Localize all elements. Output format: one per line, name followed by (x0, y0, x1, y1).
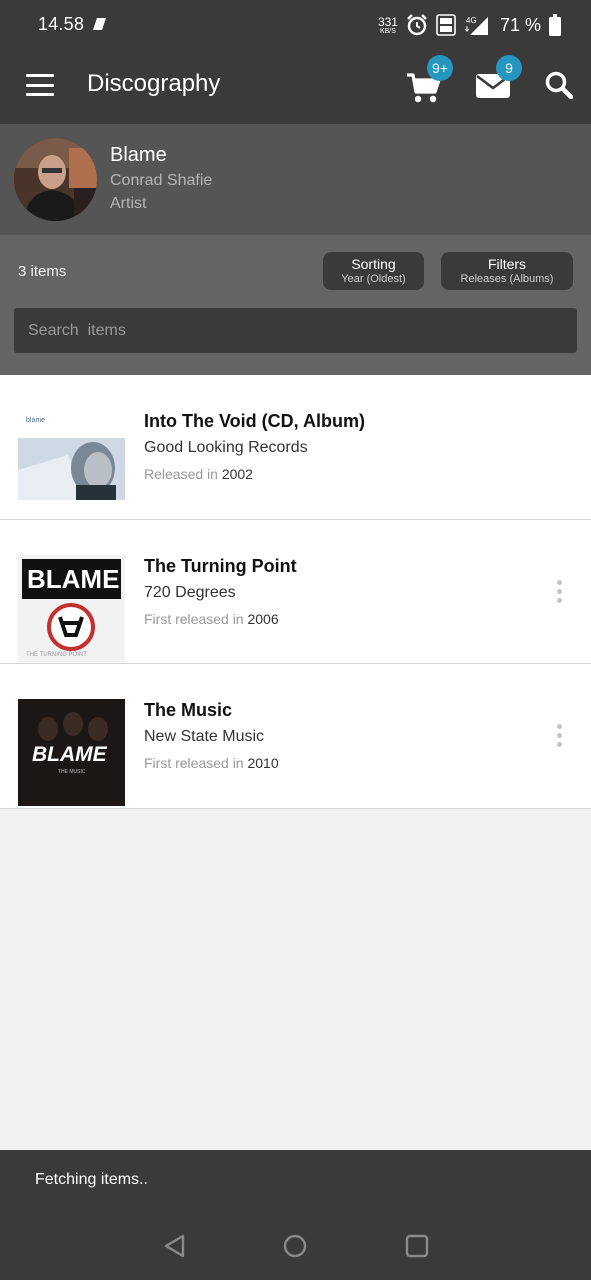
svg-text:4G: 4G (466, 16, 477, 25)
release-label: New State Music (144, 728, 265, 745)
recents-icon[interactable] (404, 1233, 430, 1259)
svg-text:BLAME: BLAME (27, 564, 119, 594)
filters-button[interactable]: Filters Releases (Albums) (441, 252, 573, 290)
svg-text:blame: blame (26, 417, 45, 424)
release-date-prefix: First released in (144, 610, 244, 627)
release-title: The Turning Point (144, 555, 297, 576)
mail-badge: 9 (496, 55, 522, 81)
sorting-button[interactable]: Sorting Year (Oldest) (323, 252, 424, 290)
network-speed: 331 KB/S (378, 16, 398, 35)
more-options-icon[interactable] (553, 724, 565, 752)
release-date: First released in 2006 (144, 611, 279, 627)
filters-value: Releases (Albums) (460, 273, 554, 285)
search-icon[interactable] (545, 71, 573, 99)
sim-icon (93, 18, 106, 30)
artist-name: Blame (110, 144, 167, 166)
battery-percent: 71 % (499, 14, 541, 35)
items-count: 3 items (18, 263, 67, 280)
artist-role: Artist (110, 195, 147, 212)
system-nav-bar (0, 1211, 591, 1280)
list-item[interactable]: BLAME THE TURNING POINT The Turning Poin… (0, 519, 591, 664)
snackbar: Fetching items.. (0, 1150, 591, 1211)
signal-4g-icon: 4G (464, 16, 488, 35)
release-year: 2010 (247, 755, 279, 771)
artist-header[interactable]: Blame Conrad Shafie Artist (0, 124, 591, 235)
release-year: 2002 (221, 466, 253, 482)
home-icon[interactable] (282, 1233, 308, 1259)
list-item[interactable]: blame Into The Void (CD, Album) Good Loo… (0, 375, 591, 520)
network-speed-unit: KB/S (379, 27, 396, 35)
search-input[interactable] (14, 308, 577, 353)
cart-badge: 9+ (427, 55, 453, 81)
app-bar: Discography 9+ 9 (0, 50, 591, 124)
status-time: 14.58 (38, 14, 85, 34)
release-title: Into The Void (CD, Album) (144, 411, 365, 431)
release-date: Released in 2002 (144, 466, 253, 482)
svg-text:THE MUSIC: THE MUSIC (58, 769, 86, 775)
status-bar: 14.58 331 KB/S 4G 71 % (0, 0, 591, 50)
svg-text:BLAME: BLAME (32, 743, 108, 766)
status-icons: 331 KB/S 4G 71 % (378, 12, 561, 38)
filters-label: Filters (487, 256, 527, 272)
network-speed-value: 331 (377, 14, 398, 29)
more-options-icon[interactable] (553, 579, 565, 608)
release-date-prefix: First released in (144, 755, 244, 771)
release-label: Good Looking Records (144, 439, 308, 456)
release-year: 2006 (247, 610, 279, 627)
list-toolbar: 3 items Sorting Year (Oldest) Filters Re… (0, 235, 591, 375)
alarm-icon (407, 14, 427, 36)
menu-icon[interactable] (26, 74, 54, 96)
release-label: 720 Degrees (144, 583, 236, 601)
snackbar-text: Fetching items.. (35, 1171, 148, 1188)
release-title: The Music (144, 700, 233, 720)
back-icon[interactable] (162, 1233, 188, 1259)
album-cover-image: BLAME THE TURNING POINT (18, 554, 125, 662)
page-title: Discography (87, 70, 221, 97)
battery-icon (549, 14, 561, 36)
artist-real-name: Conrad Shafie (110, 172, 213, 189)
album-cover-image: blame (18, 410, 125, 517)
volte-icon (436, 14, 456, 36)
list-item[interactable]: BLAME THE MUSIC The Music New State Musi… (0, 664, 591, 809)
album-cover-image: BLAME THE MUSIC (18, 699, 125, 806)
release-date-prefix: Released in (144, 466, 218, 482)
release-list: blame Into The Void (CD, Album) Good Loo… (0, 375, 591, 809)
sorting-value: Year (Oldest) (341, 273, 406, 285)
svg-text:THE TURNING POINT: THE TURNING POINT (26, 652, 87, 658)
sorting-label: Sorting (351, 256, 396, 272)
release-date: First released in 2010 (144, 755, 279, 771)
avatar (14, 138, 97, 221)
